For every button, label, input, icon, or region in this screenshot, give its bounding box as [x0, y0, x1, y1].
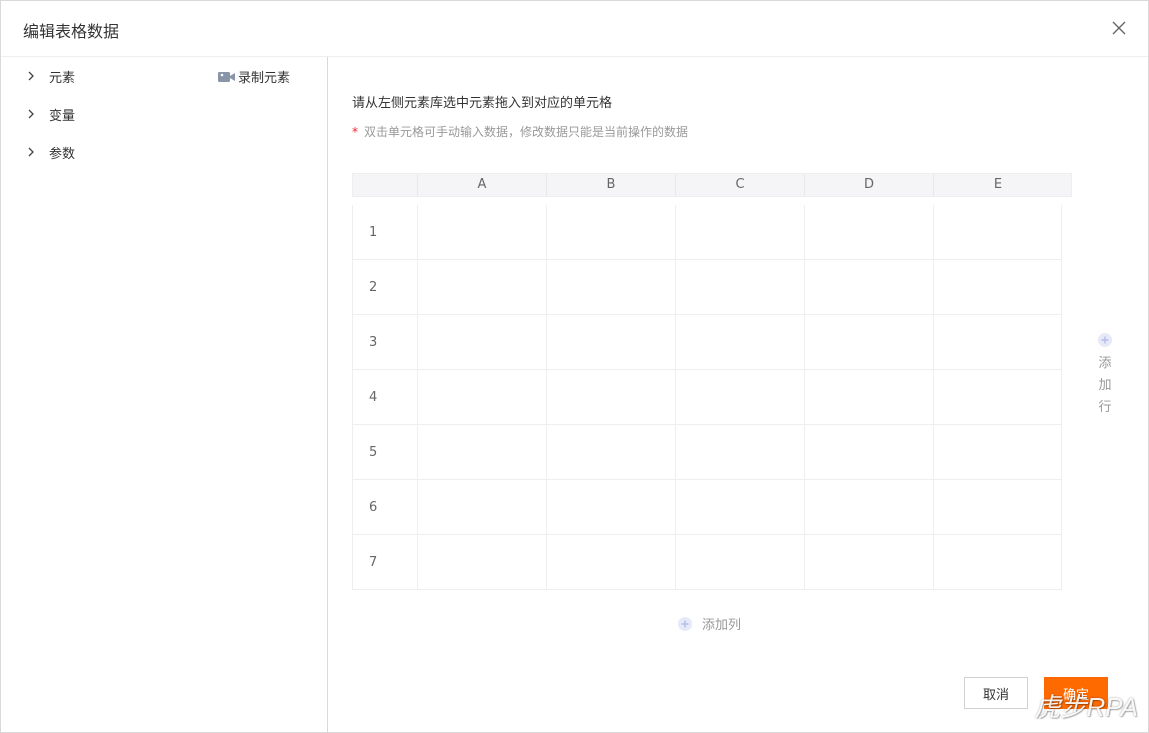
grid-cell[interactable]: [933, 370, 1052, 424]
element-library-sidebar: 元素 录制元素 变量 参数: [1, 57, 328, 733]
row-number: 2: [369, 279, 378, 295]
record-element-label: 录制元素: [238, 71, 291, 86]
chevron-right-icon: [28, 71, 34, 81]
dialog-header: 编辑表格数据: [1, 1, 1148, 57]
grid-cell[interactable]: [546, 260, 675, 314]
column-header[interactable]: C: [675, 174, 804, 196]
grid-cell[interactable]: [933, 425, 1052, 479]
column-header[interactable]: E: [933, 174, 1062, 196]
dialog-title: 编辑表格数据: [23, 22, 120, 41]
column-header[interactable]: A: [417, 174, 546, 196]
data-grid: ABCDE 1 2 3 4 5 6 7: [352, 173, 1072, 590]
plus-circle-icon: [678, 616, 692, 631]
row-number: 5: [369, 444, 378, 460]
confirm-button[interactable]: 确定: [1044, 677, 1108, 709]
grid-cell[interactable]: [417, 425, 546, 479]
camera-icon: [218, 71, 235, 82]
table-row: 1: [353, 205, 1061, 259]
chevron-right-icon: [28, 147, 34, 157]
tree-item-label: 变量: [49, 108, 76, 124]
grid-body: 1 2 3 4 5 6 7: [352, 205, 1062, 590]
grid-cell[interactable]: [933, 205, 1052, 259]
grid-cell[interactable]: [546, 480, 675, 534]
grid-cell[interactable]: [675, 535, 804, 589]
table-row: 6: [353, 479, 1061, 534]
tree-item-parameters[interactable]: 参数: [25, 142, 75, 162]
add-column-button[interactable]: 添加列: [678, 614, 741, 633]
grid-cell[interactable]: [804, 370, 933, 424]
table-row: 4: [353, 369, 1061, 424]
grid-cell[interactable]: [675, 480, 804, 534]
table-row: 2: [353, 259, 1061, 314]
grid-cell[interactable]: [804, 425, 933, 479]
tree-item-variables[interactable]: 变量: [25, 104, 75, 124]
table-row: 5: [353, 424, 1061, 479]
grid-cell[interactable]: [675, 425, 804, 479]
add-row-button[interactable]: 添加行: [1095, 333, 1115, 419]
grid-cell[interactable]: [546, 535, 675, 589]
grid-cell[interactable]: [675, 205, 804, 259]
grid-header-row: ABCDE: [352, 173, 1072, 197]
grid-cell[interactable]: [417, 535, 546, 589]
tree-item-label: 参数: [49, 146, 76, 162]
row-number: 4: [369, 389, 378, 405]
tree-item-elements[interactable]: 元素: [25, 66, 75, 86]
required-star: *: [352, 125, 358, 139]
grid-cell[interactable]: [804, 315, 933, 369]
grid-cell[interactable]: [933, 315, 1052, 369]
column-header[interactable]: D: [804, 174, 933, 196]
add-row-label: 添加行: [1098, 356, 1112, 415]
record-element-button[interactable]: 录制元素: [218, 67, 290, 86]
table-editor-panel: 请从左侧元素库选中元素拖入到对应的单元格 * 双击单元格可手动输入数据，修改数据只…: [329, 57, 1149, 733]
grid-cell[interactable]: [675, 260, 804, 314]
grid-cell[interactable]: [675, 370, 804, 424]
grid-cell[interactable]: [546, 425, 675, 479]
grid-cell[interactable]: [804, 260, 933, 314]
grid-cell[interactable]: [933, 535, 1052, 589]
grid-cell[interactable]: [546, 370, 675, 424]
grid-cell[interactable]: [933, 260, 1052, 314]
grid-cell[interactable]: [804, 535, 933, 589]
row-number: 6: [369, 499, 378, 515]
hint-text: * 双击单元格可手动输入数据，修改数据只能是当前操作的数据: [352, 123, 688, 140]
grid-cell[interactable]: [675, 315, 804, 369]
cancel-button[interactable]: 取消: [964, 677, 1028, 709]
grid-cell[interactable]: [417, 205, 546, 259]
edit-table-dialog: 编辑表格数据 元素 录制元素 变量 参数 请从左侧元素库选中元素拖入到对应的单元…: [0, 0, 1149, 733]
grid-cell[interactable]: [417, 315, 546, 369]
grid-cell[interactable]: [546, 205, 675, 259]
row-number: 7: [369, 554, 378, 570]
row-number: 3: [369, 334, 378, 350]
grid-cell[interactable]: [933, 480, 1052, 534]
hint-message: 双击单元格可手动输入数据，修改数据只能是当前操作的数据: [364, 125, 689, 139]
table-row: 7: [353, 534, 1061, 589]
grid-cell[interactable]: [417, 260, 546, 314]
tree-item-label: 元素: [49, 70, 76, 86]
grid-cell[interactable]: [417, 480, 546, 534]
column-header[interactable]: B: [546, 174, 675, 196]
plus-circle-icon: [1098, 333, 1112, 347]
add-column-label: 添加列: [702, 618, 742, 633]
table-row: 3: [353, 314, 1061, 369]
row-number: 1: [369, 224, 378, 240]
grid-cell[interactable]: [804, 205, 933, 259]
grid-corner-cell: [353, 174, 417, 196]
chevron-right-icon: [28, 109, 34, 119]
grid-cell[interactable]: [417, 370, 546, 424]
instruction-text: 请从左侧元素库选中元素拖入到对应的单元格: [352, 96, 613, 111]
grid-cell[interactable]: [546, 315, 675, 369]
close-icon[interactable]: [1110, 19, 1128, 37]
grid-cell[interactable]: [804, 480, 933, 534]
